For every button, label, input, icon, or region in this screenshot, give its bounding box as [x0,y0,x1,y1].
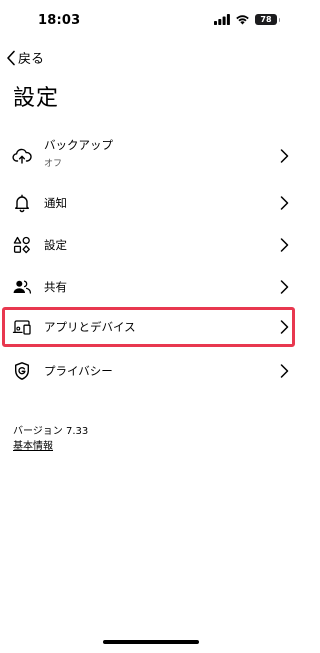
menu-label-sharing: 共有 [44,280,67,294]
version-text: バージョン 7.33 [13,426,89,437]
status-time: 18:03 [38,13,81,28]
status-bar: 18:03 78 [0,0,301,44]
cloud-upload-icon [12,148,32,164]
bell-icon [15,194,29,213]
menu-item-settings[interactable]: 設定 [0,225,301,265]
menu-label-privacy: プライバシー [44,364,113,378]
menu-item-privacy[interactable]: プライバシー [0,351,301,391]
menu-label-settings: 設定 [44,238,67,252]
status-icons: 78 [214,14,280,25]
about-link[interactable]: 基本情報 [13,437,53,452]
menu-item-notifications[interactable]: 通知 [0,183,301,223]
chevron-right-icon [280,364,289,378]
chevron-right-icon [280,149,289,163]
chevron-right-icon [280,238,289,252]
menu-item-sharing[interactable]: 共有 [0,267,301,307]
home-indicator[interactable] [103,640,199,644]
back-button[interactable]: 戻る [6,48,44,67]
devices-icon [12,320,31,335]
menu-label-notifications: 通知 [44,196,67,210]
signal-icon [214,14,230,25]
back-label: 戻る [18,52,45,67]
menu-label-backup: バックアップ [44,138,113,152]
battery-level: 78 [260,15,272,24]
page-title: 設定 [13,86,60,111]
chevron-right-icon [280,320,289,334]
menu-item-backup[interactable]: バックアップ オフ [0,136,301,176]
people-icon [13,280,32,294]
menu-label-apps-devices: アプリとデバイス [44,320,136,334]
menu-sublabel-backup: オフ [44,159,63,169]
chevron-left-icon [7,50,15,65]
shapes-icon [13,236,30,254]
battery-icon: 78 [255,14,280,25]
wifi-icon [236,15,249,25]
chevron-right-icon [280,196,289,210]
chevron-right-icon [280,280,289,294]
shield-g-icon [15,362,29,380]
menu-item-apps-devices[interactable]: アプリとデバイス [0,307,301,347]
